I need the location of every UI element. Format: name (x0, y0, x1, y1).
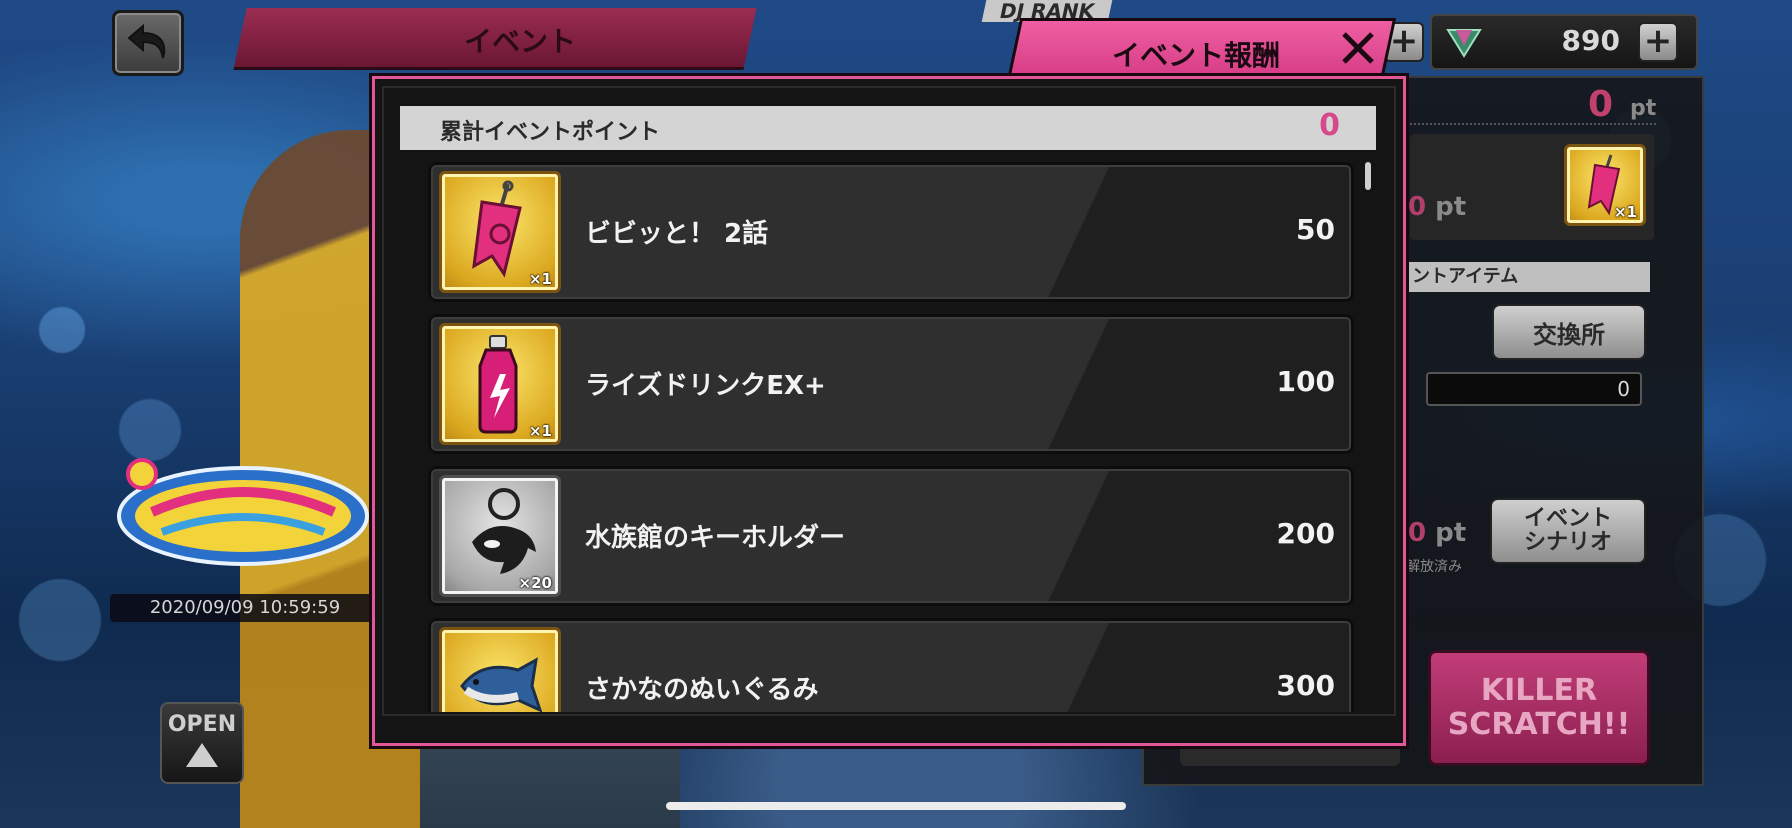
event-scenario-button[interactable]: イベント シナリオ (1490, 498, 1646, 564)
reward-name: ライズドリンクEX+ (585, 371, 826, 401)
next-reward-icon[interactable]: ×1 (1564, 144, 1646, 226)
reward-row[interactable]: ×1 ビビッと！ 2話 50 (428, 162, 1354, 302)
unlocked-label: 解放済み (1406, 559, 1462, 575)
add-gem-button[interactable]: + (1638, 22, 1678, 62)
reward-points: 50 (1296, 213, 1335, 246)
gem-icon (1446, 29, 1482, 58)
event-end-date: 2020/09/09 10:59:59 (110, 594, 380, 622)
reward-points: 300 (1276, 669, 1335, 702)
scenario-points-value: 0 (1408, 518, 1427, 548)
event-tab-label: イベント (463, 25, 576, 58)
killer-scratch-line1: KILLER (1480, 673, 1598, 708)
exchange-button[interactable]: 交換所 (1492, 304, 1646, 360)
reward-points: 100 (1276, 365, 1335, 398)
reward-qty: ×1 (528, 422, 552, 440)
open-button[interactable]: OPEN (160, 702, 244, 784)
killer-scratch-line2: SCRATCH!! (1447, 707, 1631, 742)
reward-name: ビビッと！ 2話 (585, 219, 769, 249)
reward-row[interactable]: ×1 ライズドリンクEX+ 100 (428, 314, 1354, 454)
total-points-value: 0 (1319, 108, 1340, 143)
close-icon[interactable] (1338, 28, 1378, 68)
reward-qty: ×1 (528, 270, 552, 288)
reward-row[interactable]: さかなのぬいぐるみ 300 (428, 618, 1354, 712)
back-arrow-icon (127, 23, 166, 59)
reward-icon-frame: ×20 (439, 475, 561, 597)
home-indicator[interactable] (666, 802, 1126, 810)
killer-scratch-button[interactable]: KILLER SCRATCH!! (1428, 650, 1650, 766)
reward-icon-frame (439, 627, 561, 712)
reward-list[interactable]: ×1 ビビッと！ 2話 50 ×1 ライズドリンクEX+ 100 ×20 水族館… (428, 160, 1354, 712)
event-scenario-line2: シナリオ (1523, 530, 1612, 555)
event-item-header: ントアイテム (1404, 262, 1650, 292)
scenario-points-unit: pt (1435, 518, 1467, 548)
reward-icon-frame: ×1 (439, 171, 561, 293)
up-arrow-icon (186, 743, 218, 767)
total-points-label: 累計イベントポイント (440, 120, 661, 145)
fish-plush-icon (460, 657, 543, 712)
reward-list-scrollbar[interactable] (1365, 162, 1371, 190)
reward-points: 200 (1276, 517, 1335, 550)
reward-name: 水族館のキーホルダー (585, 523, 846, 553)
next-reward-points-unit: pt (1435, 192, 1467, 222)
back-button[interactable] (112, 10, 184, 76)
token-count-field: 0 (1426, 372, 1642, 406)
panel-points-value: 0 (1588, 84, 1614, 125)
reward-qty: ×20 (518, 574, 552, 592)
scenario-points: 0 pt (1408, 518, 1466, 548)
next-reward-points-value: 0 (1408, 192, 1427, 222)
panel-points-unit: pt (1630, 96, 1657, 121)
next-reward-points: 0 pt (1408, 192, 1466, 222)
next-reward-qty: ×1 (1613, 203, 1637, 221)
event-scenario-line1: イベント (1523, 506, 1612, 531)
modal-title: イベント報酬 (1112, 39, 1281, 72)
open-button-label: OPEN (167, 712, 237, 737)
reward-row[interactable]: ×20 水族館のキーホルダー 200 (428, 466, 1354, 606)
event-logo (117, 458, 369, 566)
reward-name: さかなのぬいぐるみ (585, 675, 819, 705)
divider (1410, 123, 1656, 125)
gem-count: 890 (1561, 24, 1620, 57)
reward-icon-frame: ×1 (439, 323, 561, 445)
